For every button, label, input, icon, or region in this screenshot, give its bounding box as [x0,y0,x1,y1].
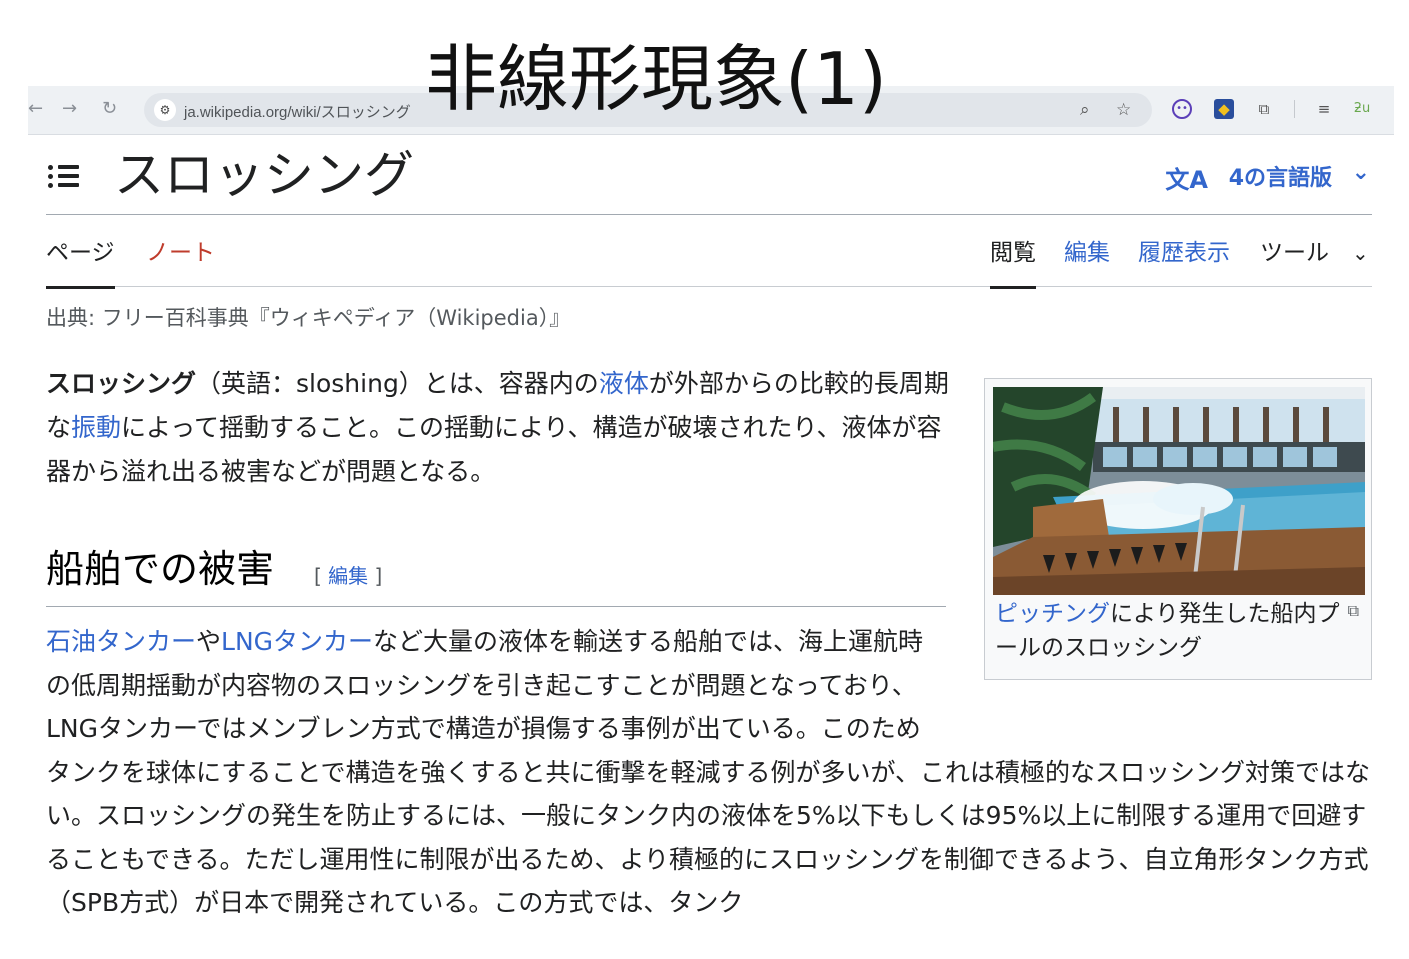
site-info-icon[interactable]: ⚙ [154,99,176,121]
reading-list-icon[interactable]: ≡ [1314,99,1334,119]
enlarge-icon[interactable]: ⧉ [1348,601,1359,621]
chevron-down-icon: ⌄ [1351,160,1370,185]
tools-chevron-down-icon[interactable]: ⌄ [1352,236,1369,270]
article-header: スロッシング 文A 4の言語版 ⌄ [46,140,1372,215]
tab-history[interactable]: 履歴表示 [1138,236,1230,270]
translate-icon: 文A [1165,166,1208,194]
reload-icon[interactable]: ↻ [102,98,117,120]
source-line: 出典: フリー百科事典『ウィキペディア（Wikipedia）』 [46,306,571,330]
tab-read[interactable]: 閲覧 [990,236,1036,289]
language-button[interactable]: 文A 4の言語版 ⌄ [1162,160,1372,194]
extensions-puzzle-icon[interactable]: ⧉ [1254,99,1274,119]
tab-page[interactable]: ページ [46,236,115,289]
bracket: ] [368,564,383,588]
link-oil-tanker[interactable]: 石油タンカー [46,627,196,656]
lead-paragraph: スロッシング（英語：sloshing）とは、容器内の液体が外部からの比較的長周期… [46,362,950,494]
link-liquid[interactable]: 液体 [599,369,649,398]
section-edit: [ 編集 ] [314,560,382,589]
zoom-icon[interactable]: ⌕ [1080,99,1090,121]
lead-term: スロッシング [46,369,197,398]
ship-pool-image[interactable] [993,387,1365,595]
body-text: や [196,627,222,656]
tab-tools[interactable]: ツール [1260,236,1329,270]
lead-text: によって揺動すること。この揺動により、構造が破壊されたり、液体が容器から溢れ出る… [46,413,942,486]
url-text[interactable]: ja.wikipedia.org/wiki/スロッシング [184,101,411,122]
extension-image-icon[interactable]: ◆ [1214,99,1234,119]
tab-edit[interactable]: 編集 [1064,236,1110,270]
bookmark-star-icon[interactable]: ☆ [1116,99,1131,121]
slide-title: 非線形現象(1) [425,37,887,121]
language-button-label: 4の言語版 [1228,166,1332,191]
page-title: スロッシング [114,146,414,204]
profile-extension-icon[interactable]: ƻu [1352,99,1372,119]
link-vibration[interactable]: 振動 [71,413,121,442]
extension-face-icon[interactable]: •• [1172,99,1192,119]
section-heading-text: 船舶での被害 [46,547,275,591]
main-menu-icon[interactable] [46,162,80,192]
toolbar-divider [1294,100,1295,118]
section-edit-link[interactable]: 編集 [328,564,368,588]
thumbnail-figure: ピッチングにより発生した船内プールのスロッシング ⧉ [984,378,1372,680]
section-heading: 船舶での被害 [ 編集 ] [46,540,946,607]
thumbnail-caption: ピッチングにより発生した船内プールのスロッシング [995,597,1345,665]
forward-icon[interactable]: → [62,98,77,120]
bracket: [ [314,564,329,588]
lead-text: （英語：sloshing）とは、容器内の [196,369,599,398]
tab-talk[interactable]: ノート [146,236,215,270]
back-icon[interactable]: ← [28,98,43,120]
page-tabs: ページ ノート 閲覧 編集 履歴表示 ツール ⌄ [46,230,1372,289]
link-lng-tanker[interactable]: LNGタンカー [221,627,373,656]
link-pitching[interactable]: ピッチング [995,601,1110,627]
